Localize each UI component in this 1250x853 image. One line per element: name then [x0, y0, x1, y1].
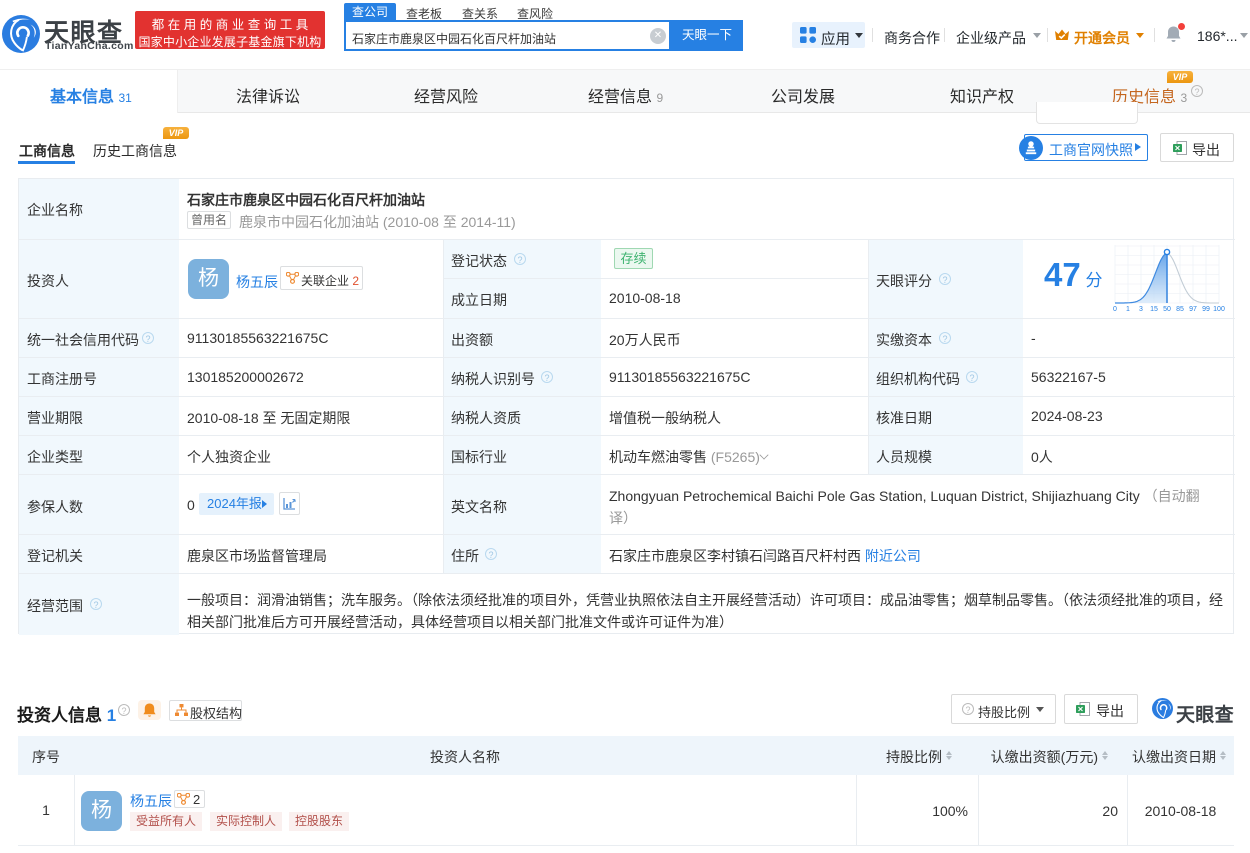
- svg-text:0: 0: [1113, 306, 1117, 313]
- svg-text:99: 99: [1202, 306, 1210, 313]
- svg-text:97: 97: [1189, 306, 1197, 313]
- svg-text:100: 100: [1213, 306, 1225, 313]
- svg-text:15: 15: [1150, 306, 1158, 313]
- svg-text:3: 3: [1139, 306, 1143, 313]
- svg-text:1: 1: [1126, 306, 1130, 313]
- svg-text:50: 50: [1163, 306, 1171, 313]
- svg-text:85: 85: [1176, 306, 1184, 313]
